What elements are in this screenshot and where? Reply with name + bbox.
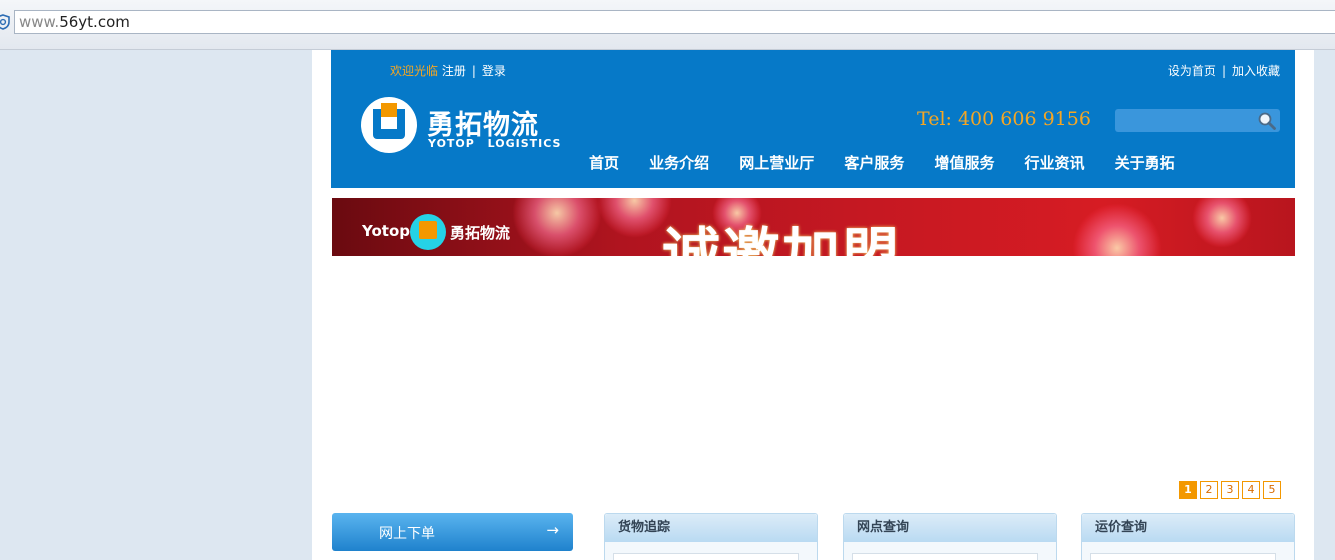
nav-customer-service[interactable]: 客户服务 xyxy=(844,152,904,173)
site-logo[interactable]: 勇拓物流 YOTOP LOGISTICS xyxy=(361,97,561,157)
nav-about[interactable]: 关于勇拓 xyxy=(1115,152,1175,173)
site-header: 欢迎光临 注册 | 登录 设为首页 | 加入收藏 勇拓物流 YOTOP LOGISTIC… xyxy=(331,50,1295,188)
firework-graphic xyxy=(1192,198,1252,248)
panel-title: 运价查询 xyxy=(1082,514,1294,542)
logo-orange-block xyxy=(381,103,397,117)
url-domain: 56yt.com xyxy=(59,13,130,31)
security-shield-icon xyxy=(0,14,10,30)
cargo-tracking-panel: 货物追踪 xyxy=(604,513,818,560)
online-order-label: 网上下单 xyxy=(379,526,435,542)
outlet-query-panel: 网点查询 xyxy=(843,513,1057,560)
firework-graphic xyxy=(597,198,672,238)
pager-page[interactable]: 4 xyxy=(1242,481,1260,499)
divider: | xyxy=(471,64,476,78)
set-home-link[interactable]: 设为首页 xyxy=(1168,64,1216,78)
logo-emblem xyxy=(361,97,417,153)
firework-graphic xyxy=(512,198,602,256)
banner-logo-icon xyxy=(410,214,446,250)
panel-title: 货物追踪 xyxy=(605,514,817,542)
search-icon[interactable] xyxy=(1257,111,1277,131)
register-link[interactable]: 注册 xyxy=(442,64,466,78)
main-nav: 首页 业务介绍 网上营业厅 客户服务 增值服务 行业资讯 关于勇拓 xyxy=(589,152,1200,173)
add-favorite-link[interactable]: 加入收藏 xyxy=(1232,64,1280,78)
panel-title: 网点查询 xyxy=(844,514,1056,542)
pager-page[interactable]: 2 xyxy=(1200,481,1218,499)
nav-home[interactable]: 首页 xyxy=(589,152,619,173)
hotline-number: Tel: 400 606 9156 xyxy=(917,108,1091,130)
url-prefix: www. xyxy=(19,13,60,31)
pager-page[interactable]: 5 xyxy=(1263,481,1281,499)
online-order-button[interactable]: 网上下单 → xyxy=(332,513,573,551)
banner-pager: 12345 xyxy=(1179,478,1284,499)
page-background-left xyxy=(0,50,312,560)
hero-banner[interactable]: Yotop 勇拓物流 诚邀加盟 xyxy=(332,198,1295,256)
user-links: 欢迎光临 注册 | 登录 xyxy=(390,62,506,79)
search-box[interactable] xyxy=(1115,109,1280,132)
banner-brand-en: Yotop xyxy=(362,222,411,240)
tracking-input[interactable] xyxy=(613,553,799,560)
site-links: 设为首页 | 加入收藏 xyxy=(1168,62,1280,79)
page-background-right xyxy=(1314,50,1335,560)
banner-brand-cn: 勇拓物流 xyxy=(450,224,511,242)
nav-business[interactable]: 业务介绍 xyxy=(649,152,709,173)
freight-input[interactable] xyxy=(1090,553,1276,560)
outlet-input[interactable] xyxy=(852,553,1038,560)
pager-page[interactable]: 1 xyxy=(1179,481,1197,499)
logo-english-name: YOTOP LOGISTICS xyxy=(428,137,562,150)
nav-industry-news[interactable]: 行业资讯 xyxy=(1025,152,1085,173)
firework-graphic xyxy=(1072,203,1162,256)
arrow-right-icon: → xyxy=(546,521,559,539)
pager-page[interactable]: 3 xyxy=(1221,481,1239,499)
divider: | xyxy=(1221,64,1226,78)
freight-query-panel: 运价查询 xyxy=(1081,513,1295,560)
banner-headline: 诚邀加盟 xyxy=(662,221,903,256)
login-link[interactable]: 登录 xyxy=(482,64,506,78)
nav-value-added[interactable]: 增值服务 xyxy=(934,152,994,173)
url-input[interactable]: www.56yt.com xyxy=(14,10,1335,34)
nav-online-hall[interactable]: 网上营业厅 xyxy=(739,152,814,173)
welcome-text: 欢迎光临 xyxy=(390,64,439,78)
browser-address-bar: www.56yt.com xyxy=(0,0,1335,50)
